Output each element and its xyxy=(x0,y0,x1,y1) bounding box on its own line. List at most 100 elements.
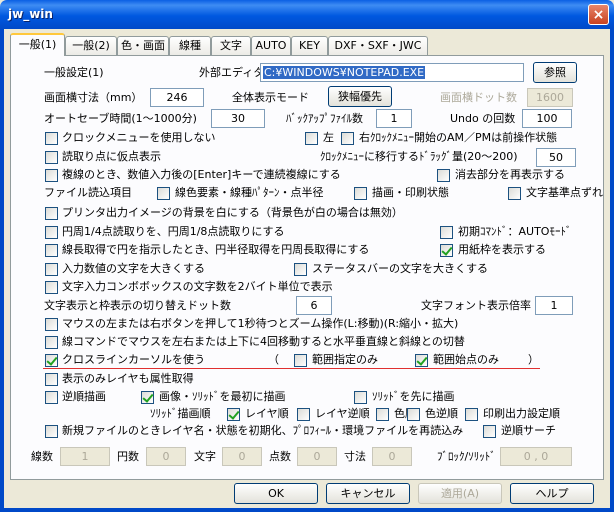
crossline-checkbox[interactable] xyxy=(45,354,58,367)
line-cmd-label: 線コマンドでマウスを左右または上下に4回移動すると水平垂直線と斜線との切替 xyxy=(62,335,465,348)
initial-cmd-label: 初期ｺﾏﾝﾄﾞ：AUTOﾓｰﾄﾞ xyxy=(458,225,572,238)
lines-count-field: 1 xyxy=(60,447,110,466)
combo-2byte-label: 文字入力コンボボックスの文字数を2バイト単位で表示 xyxy=(62,280,333,293)
arcs-count-label: 円数 xyxy=(117,450,139,463)
left-checkbox[interactable] xyxy=(305,132,318,145)
tab-auto[interactable]: AUTO xyxy=(251,36,291,55)
draw-print-label: 描画・印刷状態 xyxy=(372,186,449,199)
left-label: 左 xyxy=(323,131,334,144)
input-text-big-checkbox[interactable] xyxy=(45,263,58,276)
range-only-checkbox[interactable] xyxy=(294,354,307,367)
layer-reverse-checkbox[interactable] xyxy=(297,408,310,421)
print-order-checkbox[interactable] xyxy=(465,408,478,421)
screen-dots-label: 画面横ドット数 xyxy=(440,91,517,104)
window-frame-right xyxy=(610,29,614,512)
range-start-only-checkbox[interactable] xyxy=(415,354,428,367)
cancel-button[interactable]: キャンセル xyxy=(326,483,410,504)
erase-redisplay-checkbox[interactable] xyxy=(437,169,450,182)
dot-switch-input[interactable]: 6 xyxy=(296,296,332,315)
text-count-field: 0 xyxy=(222,447,262,466)
font-ratio-label: 文字フォント表示倍率 xyxy=(421,299,531,312)
reverse-draw-checkbox[interactable] xyxy=(45,391,58,404)
undo-label: Undo の回数 xyxy=(450,112,516,125)
line-length-label: 線長取得で円を指示したとき、円半径取得を円周長取得にする xyxy=(62,243,370,256)
solid-first-checkbox[interactable] xyxy=(354,391,367,404)
block-count-field: 0 , 0 xyxy=(500,447,572,466)
color-order-checkbox[interactable] xyxy=(376,408,389,421)
read-point-checkbox[interactable] xyxy=(45,151,58,164)
browse-button[interactable]: 参照 xyxy=(533,62,577,83)
tab-dxf[interactable]: DXF・SXF・JWC xyxy=(328,36,428,55)
undo-input[interactable]: 100 xyxy=(522,109,572,128)
clock-menu-checkbox[interactable] xyxy=(45,132,58,145)
statusbar-big-checkbox[interactable] xyxy=(294,263,307,276)
block-count-label: ﾌﾞﾛｯｸ/ｿﾘｯﾄﾞ xyxy=(437,450,496,463)
double-line-label: 複線のとき、数値入力後の[Enter]キーで連続複線にする xyxy=(62,168,341,181)
reverse-search-label: 逆順サーチ xyxy=(501,424,556,437)
apply-button[interactable]: 適用(A) xyxy=(418,483,502,504)
autosave-input[interactable]: 30 xyxy=(211,109,265,128)
dot-switch-label: 文字表示と枠表示の切り替えドット数 xyxy=(44,299,231,312)
color-reverse-label: 色逆順 xyxy=(425,407,458,420)
paper-frame-checkbox[interactable] xyxy=(440,244,453,257)
range-start-only-label: 範囲始点のみ xyxy=(433,353,499,366)
text-base-checkbox[interactable] xyxy=(508,187,521,200)
double-line-checkbox[interactable] xyxy=(45,169,58,182)
help-button[interactable]: ヘルプ xyxy=(510,483,594,504)
backup-input[interactable]: 1 xyxy=(376,109,412,128)
clock-menu-label: クロックメニューを使用しない xyxy=(62,131,216,144)
layer-reverse-label: レイヤ逆順 xyxy=(315,407,370,420)
tab-color-screen[interactable]: 色・画面 xyxy=(117,36,169,55)
new-file-init-checkbox[interactable] xyxy=(45,425,58,438)
display-only-layer-checkbox[interactable] xyxy=(45,373,58,386)
combo-2byte-checkbox[interactable] xyxy=(45,281,58,294)
image-solid-first-label: 画像・ｿﾘｯﾄﾞを最初に描画 xyxy=(159,390,286,403)
circle-quarter-checkbox[interactable] xyxy=(45,226,58,239)
tab-text[interactable]: 文字 xyxy=(211,36,251,55)
ok-button[interactable]: OK xyxy=(234,483,318,504)
mouse-zoom-checkbox[interactable] xyxy=(45,318,58,331)
clock-drag-input[interactable]: 50 xyxy=(536,148,576,167)
erase-redisplay-label: 消去部分を再表示する xyxy=(455,168,565,181)
screen-width-label: 画面横寸法（mm） xyxy=(44,91,143,104)
clock-drag-label: ｸﾛｯｸﾒﾆｭｰに移行するﾄﾞﾗｯｸﾞ量(20～200) xyxy=(320,150,518,163)
line-length-checkbox[interactable] xyxy=(45,244,58,257)
full-display-label: 全体表示モード xyxy=(232,91,309,104)
file-read-label: ファイル読込項目 xyxy=(44,186,132,199)
reverse-draw-label: 逆順描画 xyxy=(62,390,106,403)
points-count-field: 0 xyxy=(297,447,337,466)
font-ratio-input[interactable]: 1 xyxy=(535,296,573,315)
color-line-checkbox[interactable] xyxy=(157,187,170,200)
initial-cmd-checkbox[interactable] xyxy=(440,226,453,239)
dims-count-field: 0 xyxy=(372,447,412,466)
close-button[interactable]: × xyxy=(588,4,609,25)
dims-count-label: 寸法 xyxy=(344,450,366,463)
range-only-label: 範囲指定のみ xyxy=(312,353,378,366)
section-title: 一般設定(1) xyxy=(44,66,104,79)
reverse-search-checkbox[interactable] xyxy=(483,425,496,438)
tab-general-1[interactable]: 一般(1) xyxy=(10,33,65,56)
solid-order-label: ｿﾘｯﾄﾞ描画順 xyxy=(150,407,211,420)
editor-label: 外部エディタ xyxy=(199,66,265,79)
printer-bg-label: プリンタ出力イメージの背景を白にする（背景色が白の場合は無効） xyxy=(62,206,403,219)
color-reverse-checkbox[interactable] xyxy=(407,408,420,421)
line-cmd-checkbox[interactable] xyxy=(45,336,58,349)
text-base-label: 文字基準点ずれ xyxy=(526,186,603,199)
image-solid-first-checkbox[interactable] xyxy=(141,391,154,404)
right-clock-label: 右ｸﾛｯｸﾒﾆｭｰ開始のAM／PMは前操作状態 xyxy=(359,131,558,144)
read-point-label: 読取り点に仮点表示 xyxy=(62,150,161,163)
full-display-button[interactable]: 狭幅優先 xyxy=(328,86,392,107)
screen-width-input[interactable]: 246 xyxy=(150,88,204,107)
tab-key[interactable]: KEY xyxy=(291,36,328,55)
autosave-label: オートセーブ時間(1～1000分) xyxy=(44,112,197,125)
editor-input[interactable]: C:¥WINDOWS¥NOTEPAD.EXE xyxy=(260,63,524,82)
layer-order-checkbox[interactable] xyxy=(227,408,240,421)
points-count-label: 点数 xyxy=(269,450,291,463)
crossline-underline xyxy=(43,368,540,369)
printer-bg-checkbox[interactable] xyxy=(45,207,58,220)
right-clock-checkbox[interactable] xyxy=(341,132,354,145)
tab-general-2[interactable]: 一般(2) xyxy=(65,36,117,55)
tab-line-type[interactable]: 線種 xyxy=(169,36,211,55)
paren-open: （ xyxy=(268,353,279,366)
draw-print-checkbox[interactable] xyxy=(354,187,367,200)
